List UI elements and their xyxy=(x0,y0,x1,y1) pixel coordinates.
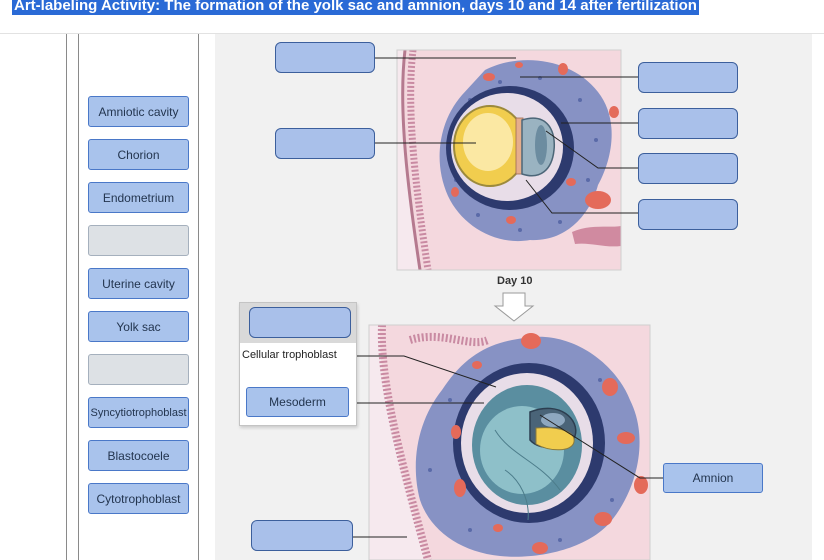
drop-target[interactable] xyxy=(249,307,351,338)
day10-caption: Day 10 xyxy=(497,275,533,287)
day14-illustration xyxy=(369,325,650,560)
cellular-trophoblast-label: Cellular trophoblast xyxy=(242,349,337,361)
drop-target[interactable] xyxy=(638,108,738,139)
drop-target[interactable] xyxy=(275,42,375,73)
drop-target[interactable] xyxy=(638,199,738,230)
drop-target[interactable] xyxy=(638,62,738,93)
drop-target[interactable] xyxy=(251,520,353,551)
placed-label-amnion[interactable]: Amnion xyxy=(663,463,763,493)
drop-target[interactable] xyxy=(275,128,375,159)
drop-target[interactable] xyxy=(638,153,738,184)
placed-label-mesoderm[interactable]: Mesoderm xyxy=(246,387,349,417)
